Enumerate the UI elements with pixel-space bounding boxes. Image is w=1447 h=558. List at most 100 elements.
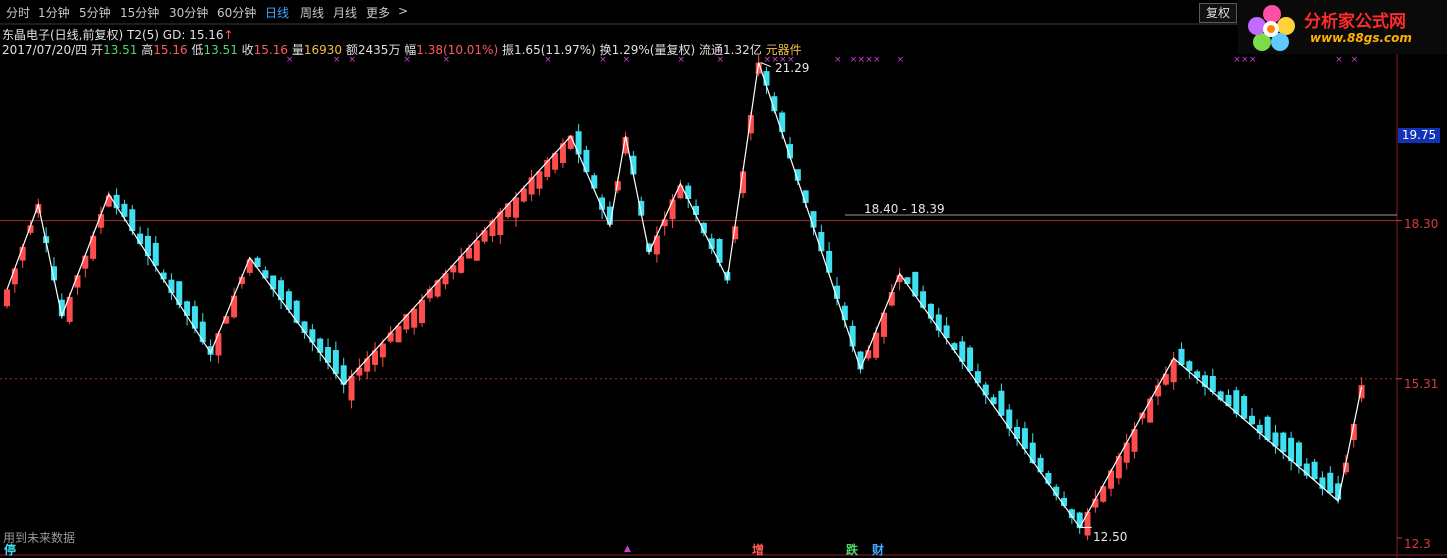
candle-body [379, 343, 386, 358]
candle-body [1084, 511, 1091, 536]
amount-label: 额 [345, 43, 358, 57]
candlesticks [4, 55, 1365, 541]
candle-body [348, 375, 355, 401]
candle-body [1248, 415, 1255, 425]
candle-body [1115, 456, 1122, 479]
x-marker: × [1335, 55, 1343, 65]
halt-mark[interactable]: 停 [4, 541, 16, 558]
increase-mark[interactable]: 增 [752, 541, 764, 558]
high-label: 高 [141, 43, 154, 57]
finance-mark[interactable]: 财 [872, 541, 884, 558]
quote-date: 2017/07/20/四 [2, 43, 88, 57]
range-label: 幅 [404, 43, 417, 57]
candle-body [489, 220, 496, 236]
candle-body [1076, 512, 1083, 529]
tab-fenshi[interactable]: 分时 [6, 4, 30, 21]
candle-body [1311, 461, 1318, 480]
candle-body [1327, 472, 1334, 494]
candle-body [685, 185, 692, 199]
range-value: 1.38(10.01%) [416, 43, 499, 57]
candle-body [199, 321, 206, 343]
candle-body [927, 303, 934, 319]
fuquan-button[interactable]: 复权 [1199, 3, 1237, 23]
chart-grid [0, 0, 1447, 558]
tab-weekly[interactable]: 周线 [300, 4, 324, 21]
candle-body [653, 235, 660, 255]
candle-body [364, 358, 371, 372]
tab-1min[interactable]: 1分钟 [38, 4, 70, 21]
amplitude-label: 振 [501, 43, 514, 57]
x-marker: × [1249, 55, 1257, 65]
candle-body [1295, 442, 1302, 467]
candle-body [418, 299, 425, 324]
candle-body [1045, 473, 1052, 484]
open-label: 开 [91, 43, 104, 57]
low-label: 低 [191, 43, 204, 57]
x-marker: × [850, 55, 858, 65]
peak-price-label: 21.29 [775, 61, 810, 75]
flat-range-label: 18.40 - 18.39 [864, 202, 945, 216]
candle-body [575, 131, 582, 155]
volume-value: 16930 [303, 43, 343, 57]
bottom-price-label: 12.50 [1093, 530, 1128, 544]
x-marker: × [1351, 55, 1359, 65]
tab-5min[interactable]: 5分钟 [79, 4, 111, 21]
candle-body [215, 333, 222, 356]
logo-title: 分析家公式网 [1304, 12, 1406, 32]
candle-body [951, 343, 958, 351]
x-marker: × [1241, 55, 1249, 65]
x-marker: × [865, 55, 873, 65]
kline-chart: × × × × × × × × × × × × × × × × × × × × × × × × × [0, 0, 1447, 558]
candle-body [152, 242, 159, 266]
candle-body [144, 235, 151, 257]
zigzag-line [6, 62, 1363, 529]
candle-body [841, 305, 848, 321]
turnover-value: 1.29%(量复权) [611, 43, 696, 57]
tab-60min[interactable]: 60分钟 [217, 4, 256, 21]
candle-body [920, 291, 927, 308]
candle-body [512, 197, 519, 218]
candle-body [1029, 442, 1036, 464]
x-marker: × [857, 55, 865, 65]
amplitude-value: 1.65(11.97%) [513, 43, 596, 57]
tab-15min[interactable]: 15分钟 [120, 4, 159, 21]
volume-label: 量 [291, 43, 304, 57]
tab-30min[interactable]: 30分钟 [169, 4, 208, 21]
candle-body [779, 112, 786, 133]
logo-url: www.88gs.com [1310, 31, 1412, 45]
candle-body [1264, 416, 1271, 441]
zigzag-polyline [6, 62, 1363, 529]
candle-body [1280, 432, 1287, 453]
candle-body [1021, 428, 1028, 449]
candle-body [1241, 396, 1248, 419]
float-label: 流通 [699, 43, 724, 57]
candle-body [309, 329, 316, 343]
flower-logo-icon [1248, 5, 1295, 51]
candle-body [669, 199, 676, 220]
candle-body [998, 390, 1005, 416]
x-marker: × [834, 55, 842, 65]
tab-daily[interactable]: 日线 [265, 4, 289, 21]
candle-body [982, 384, 989, 396]
candle-body [967, 347, 974, 372]
candle-body [818, 232, 825, 252]
y-tick-label: 12.3 [1404, 537, 1431, 551]
open-value: 13.51 [103, 43, 138, 57]
candle-body [231, 295, 238, 318]
candle-body [293, 300, 300, 323]
up-arrow-icon: ↑ [223, 28, 234, 42]
fall-mark[interactable]: 跌 [846, 541, 858, 558]
candle-body [395, 325, 402, 343]
candle-body [411, 308, 418, 328]
current-price-tag: 19.75 [1398, 128, 1440, 143]
candle-body [583, 149, 590, 173]
sector-name: 元器件 [765, 43, 802, 57]
y-tick-label: 15.31 [1404, 377, 1439, 391]
close-label: 收 [241, 43, 254, 57]
tab-more[interactable]: 更多 [366, 4, 390, 21]
amount-value: 2435万 [357, 43, 401, 57]
x-marker: × [873, 55, 881, 65]
low-value: 13.51 [203, 43, 238, 57]
tab-monthly[interactable]: 月线 [333, 4, 357, 21]
chevron-right-icon[interactable]: > [398, 4, 408, 18]
